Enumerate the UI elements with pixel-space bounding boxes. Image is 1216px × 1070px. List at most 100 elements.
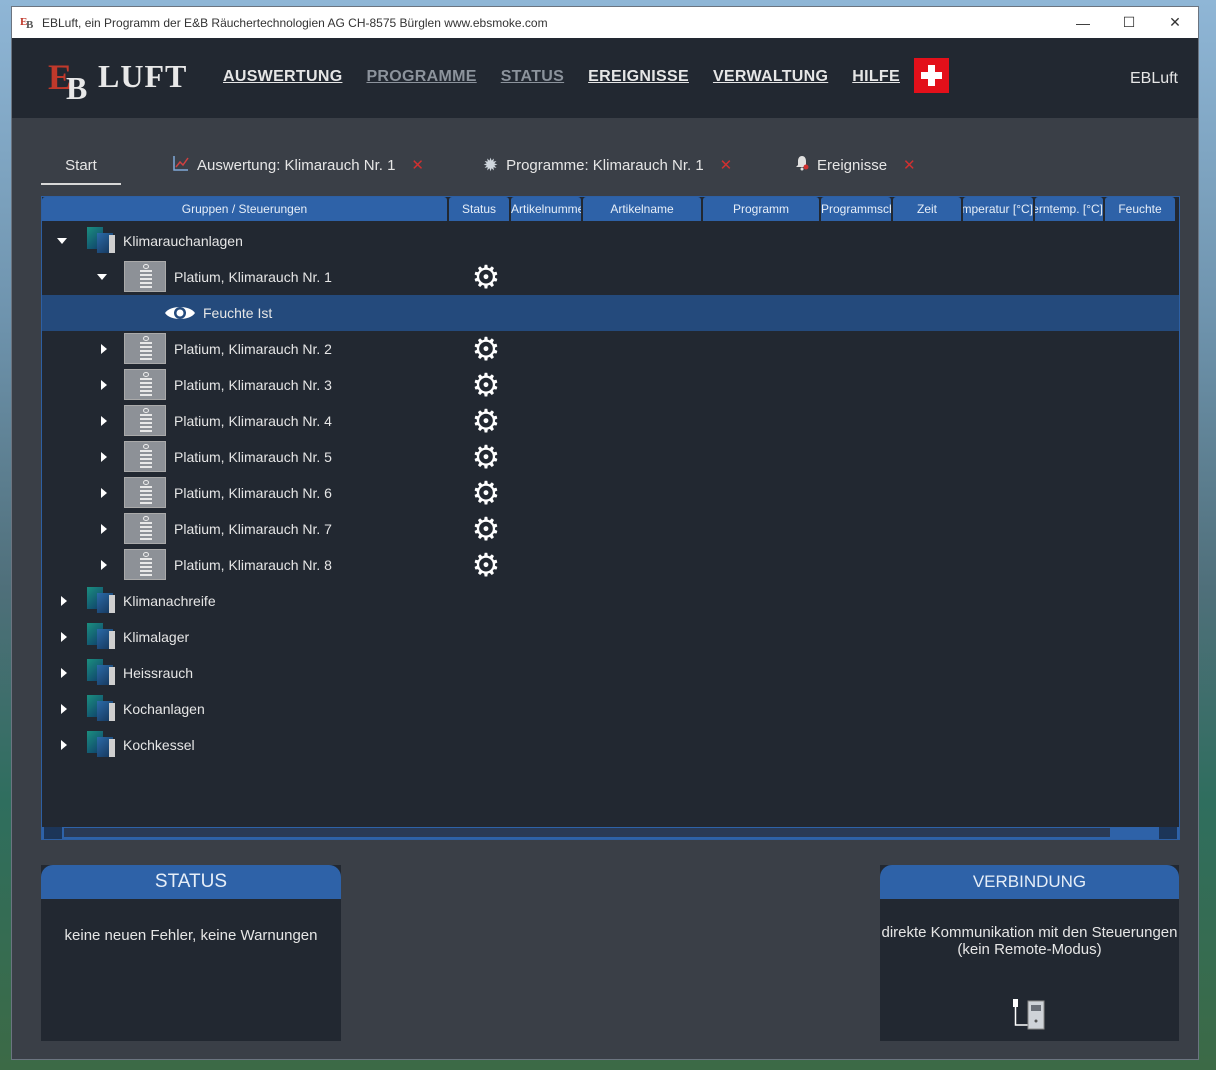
tree-label: Platium, Klimarauch Nr. 4 bbox=[174, 413, 332, 429]
tree-row-selected[interactable]: Feuchte Ist bbox=[42, 295, 1179, 331]
status-gear-icon: ⚙ bbox=[471, 331, 501, 367]
tree-row-device[interactable]: Platium, Klimarauch Nr. 8 ⚙ bbox=[42, 547, 1179, 583]
collapse-arrow-icon[interactable] bbox=[57, 238, 67, 244]
status-gear-icon: ⚙ bbox=[471, 403, 501, 439]
tree-row-device[interactable]: Platium, Klimarauch Nr. 7 ⚙ bbox=[42, 511, 1179, 547]
expand-arrow-icon[interactable] bbox=[101, 488, 107, 498]
connection-panel: VERBINDUNG direkte Kommunikation mit den… bbox=[880, 865, 1179, 1041]
controller-icon bbox=[124, 477, 166, 508]
group-icon bbox=[87, 659, 117, 687]
user-name[interactable]: EBLuft bbox=[1130, 70, 1178, 88]
horizontal-scrollbar[interactable] bbox=[42, 827, 1179, 839]
status-panel-title: STATUS bbox=[41, 865, 341, 899]
col-groups[interactable]: Gruppen / Steuerungen bbox=[42, 197, 447, 221]
expand-arrow-icon[interactable] bbox=[61, 668, 67, 678]
expand-arrow-icon[interactable] bbox=[101, 452, 107, 462]
col-time[interactable]: Zeit bbox=[893, 197, 961, 221]
minimize-button[interactable]: — bbox=[1060, 7, 1106, 38]
tree-label: Platium, Klimarauch Nr. 2 bbox=[174, 341, 332, 357]
maximize-button[interactable]: ☐ bbox=[1106, 7, 1152, 38]
tree-row-group[interactable]: Kochkessel bbox=[42, 727, 1179, 763]
status-gear-icon: ⚙ bbox=[471, 367, 501, 403]
close-tab-icon[interactable]: ✕ bbox=[903, 156, 916, 174]
app-window: E B EBLuft, ein Programm der E&B Räucher… bbox=[11, 6, 1199, 1060]
tree-label: Platium, Klimarauch Nr. 7 bbox=[174, 521, 332, 537]
tab-ereignisse[interactable]: Ereignisse ✕ bbox=[795, 147, 916, 183]
expand-arrow-icon[interactable] bbox=[61, 740, 67, 750]
group-icon bbox=[87, 695, 117, 723]
tree-row-device[interactable]: Platium, Klimarauch Nr. 2 ⚙ bbox=[42, 331, 1179, 367]
main-menu: AUSWERTUNG PROGRAMME STATUS EREIGNISSE V… bbox=[223, 68, 924, 86]
col-humidity[interactable]: Feuchte bbox=[1105, 197, 1175, 221]
tab-bar: Start Auswertung: Klimarauch Nr. 1 ✕ ✹ P… bbox=[41, 147, 1181, 185]
tree-row-device[interactable]: Platium, Klimarauch Nr. 3 ⚙ bbox=[42, 367, 1179, 403]
controller-icon bbox=[124, 261, 166, 292]
tree-row-group[interactable]: Heissrauch bbox=[42, 655, 1179, 691]
tree-row-group[interactable]: Klimarauchanlagen bbox=[42, 223, 1179, 259]
controller-icon bbox=[124, 549, 166, 580]
tab-auswertung[interactable]: Auswertung: Klimarauch Nr. 1 ✕ bbox=[173, 147, 424, 183]
chart-icon bbox=[173, 155, 189, 175]
tree-label: Platium, Klimarauch Nr. 8 bbox=[174, 557, 332, 573]
expand-arrow-icon[interactable] bbox=[101, 524, 107, 534]
tab-label: Ereignisse bbox=[817, 156, 888, 174]
expand-arrow-icon[interactable] bbox=[61, 704, 67, 714]
expand-arrow-icon[interactable] bbox=[101, 416, 107, 426]
col-article-name[interactable]: Artikelname bbox=[583, 197, 701, 221]
tab-label: Auswertung: Klimarauch Nr. 1 bbox=[197, 156, 396, 174]
col-status[interactable]: Status bbox=[449, 197, 509, 221]
tree-label: Klimarauchanlagen bbox=[123, 233, 243, 249]
collapse-arrow-icon[interactable] bbox=[97, 274, 107, 280]
tree-label: Kochkessel bbox=[123, 737, 195, 753]
eye-icon bbox=[165, 307, 195, 319]
status-gear-icon: ⚙ bbox=[471, 259, 501, 295]
expand-arrow-icon[interactable] bbox=[61, 596, 67, 606]
menu-hilfe[interactable]: HILFE bbox=[852, 68, 900, 86]
tree-label: Klimalager bbox=[123, 629, 190, 645]
connection-message: direkte Kommunikation mit den Steuerunge… bbox=[880, 899, 1179, 958]
ebluft-logo: E B LUFT bbox=[48, 57, 188, 106]
tab-label: Programme: Klimarauch Nr. 1 bbox=[506, 156, 704, 174]
column-headers: Gruppen / Steuerungen Status Artikelnumm… bbox=[42, 197, 1179, 221]
scroll-right-button[interactable] bbox=[1159, 827, 1177, 839]
expand-arrow-icon[interactable] bbox=[101, 560, 107, 570]
group-icon bbox=[87, 587, 117, 615]
group-icon bbox=[87, 227, 117, 255]
tree-row-device[interactable]: Platium, Klimarauch Nr. 6 ⚙ bbox=[42, 475, 1179, 511]
tree-row-group[interactable]: Klimanachreife bbox=[42, 583, 1179, 619]
tree-label: Feuchte Ist bbox=[203, 305, 273, 321]
swiss-flag-icon[interactable] bbox=[914, 58, 949, 93]
tree-label: Kochanlagen bbox=[123, 701, 205, 717]
expand-arrow-icon[interactable] bbox=[101, 344, 107, 354]
col-article-number[interactable]: Artikelnummer bbox=[511, 197, 581, 221]
menu-programme[interactable]: PROGRAMME bbox=[366, 68, 476, 86]
tree-row-group[interactable]: Klimalager bbox=[42, 619, 1179, 655]
menu-ereignisse[interactable]: EREIGNISSE bbox=[588, 68, 689, 86]
menu-auswertung[interactable]: AUSWERTUNG bbox=[223, 68, 342, 86]
tree-row-device[interactable]: Platium, Klimarauch Nr. 5 ⚙ bbox=[42, 439, 1179, 475]
menu-verwaltung[interactable]: VERWALTUNG bbox=[713, 68, 828, 86]
close-tab-icon[interactable]: ✕ bbox=[411, 156, 424, 174]
controller-icon bbox=[124, 333, 166, 364]
scroll-thumb[interactable] bbox=[64, 828, 1110, 837]
tab-programme[interactable]: ✹ Programme: Klimarauch Nr. 1 ✕ bbox=[483, 147, 732, 183]
expand-arrow-icon[interactable] bbox=[61, 632, 67, 642]
group-icon bbox=[87, 623, 117, 651]
tab-start[interactable]: Start bbox=[41, 147, 121, 185]
expand-arrow-icon[interactable] bbox=[101, 380, 107, 390]
close-button[interactable]: ✕ bbox=[1152, 7, 1198, 38]
status-panel: STATUS keine neuen Fehler, keine Warnung… bbox=[41, 865, 341, 1041]
tree-row-device[interactable]: Platium, Klimarauch Nr. 4 ⚙ bbox=[42, 403, 1179, 439]
col-temperature[interactable]: Temperatur [°C] bbox=[963, 197, 1033, 221]
col-program-step[interactable]: Programmschritt bbox=[821, 197, 891, 221]
tree-row-group[interactable]: Kochanlagen bbox=[42, 691, 1179, 727]
col-program[interactable]: Programm bbox=[703, 197, 819, 221]
tree-label: Heissrauch bbox=[123, 665, 194, 681]
close-tab-icon[interactable]: ✕ bbox=[720, 156, 733, 174]
tree-row-device[interactable]: Platium, Klimarauch Nr. 1 ⚙ bbox=[42, 259, 1179, 295]
tree-label: Platium, Klimarauch Nr. 1 bbox=[174, 269, 332, 285]
scroll-left-button[interactable] bbox=[44, 827, 62, 839]
col-core-temp[interactable]: Kerntemp. [°C] bbox=[1035, 197, 1103, 221]
menu-status[interactable]: STATUS bbox=[501, 68, 564, 86]
tree-label: Klimanachreife bbox=[123, 593, 216, 609]
